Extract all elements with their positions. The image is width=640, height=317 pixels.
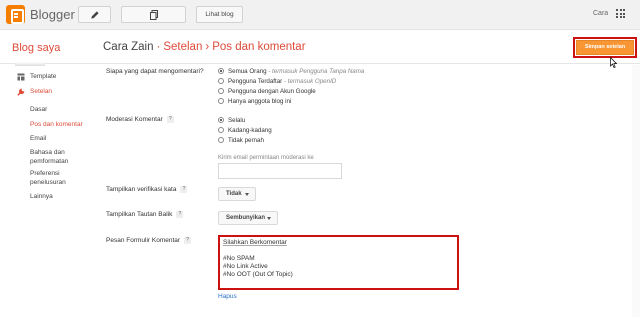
wrench-icon [17, 88, 25, 96]
sidebar-item-label: Template [30, 73, 57, 80]
sidebar-subitem-basic[interactable]: Dasar [30, 105, 47, 114]
radio-button[interactable] [218, 68, 224, 74]
option-label: Selalu [228, 117, 246, 124]
textarea-line: #No Link Active [223, 263, 268, 270]
comment-form-label: Pesan Formulir Komentar? [106, 237, 192, 245]
breadcrumb-arrow: › [205, 41, 210, 53]
breadcrumb-settings[interactable]: Setelan [163, 41, 202, 53]
template-icon [17, 73, 25, 81]
moderation-label: Moderasi Komentar? [106, 116, 174, 123]
caret-down-icon [267, 217, 271, 220]
apps-grid-icon[interactable] [616, 9, 625, 18]
help-icon[interactable]: ? [176, 211, 184, 218]
option-note: - termasuk Pengguna Tanpa Nama [268, 68, 365, 75]
radio-never[interactable]: Tidak pernah [218, 137, 264, 144]
breadcrumb-separator: · [156, 41, 161, 53]
option-note: - termasuk OpenID [283, 78, 337, 85]
sidebar-subitem-label: Bahasa dan [30, 149, 65, 156]
dropdown-value: Sembunyikan [226, 215, 266, 221]
radio-button[interactable] [218, 98, 224, 104]
backlinks-label: Tampilkan Tautan Balik? [106, 211, 184, 219]
sidebar-subitem-search-preferences[interactable]: Preferensi penelusuran [30, 169, 66, 187]
word-verification-label: Tampilkan verifikasi kata? [106, 186, 188, 194]
radio-google-account[interactable]: Pengguna dengan Akun Google [218, 88, 316, 95]
option-label: Pengguna dengan Akun Google [228, 88, 316, 95]
user-name[interactable]: Cara [593, 10, 608, 17]
dropdown-value: Tidak [226, 191, 242, 197]
word-verification-label-text: Tampilkan verifikasi kata [106, 186, 177, 194]
help-icon[interactable]: ? [180, 186, 188, 193]
backlinks-dropdown[interactable]: Sembunyikan [218, 211, 278, 225]
option-label: Kadang-kadang [228, 127, 272, 134]
help-icon[interactable]: ? [184, 237, 192, 244]
sidebar-subitem-label: Preferensi [30, 170, 60, 177]
radio-sometimes[interactable]: Kadang-kadang [218, 127, 272, 134]
pencil-icon [90, 10, 99, 19]
option-label: Hanya anggota blog ini [228, 98, 292, 105]
radio-button[interactable] [218, 127, 224, 133]
sidebar-subitem-email[interactable]: Email [30, 134, 46, 143]
option-label: Tidak pernah [228, 137, 264, 144]
scrollbar[interactable] [632, 65, 640, 317]
delete-link[interactable]: Hapus [218, 293, 237, 300]
sidebar-subitem-posts-comments[interactable]: Pos dan komentar [30, 120, 83, 129]
page-header: Blog saya Cara Zain · Setelan › Pos dan kome… [0, 31, 640, 64]
textarea-line: Silahkan Berkomentar [223, 239, 287, 246]
textarea-line [223, 247, 454, 255]
view-blog-button[interactable]: Lihat blog [196, 6, 243, 23]
top-bar: Blogger Lihat blog Cara [0, 0, 640, 30]
sidebar-subitem-other[interactable]: Lainnya [30, 192, 53, 201]
sidebar-item-label: Setelan [30, 88, 53, 95]
sidebar-subitem-language[interactable]: Bahasa dan pemformatan [30, 148, 68, 166]
new-post-button[interactable] [78, 6, 111, 23]
sidebar-item-settings[interactable]: Setelan [17, 88, 53, 96]
radio-button[interactable] [218, 88, 224, 94]
radio-members-only[interactable]: Hanya anggota blog ini [218, 98, 291, 105]
sidebar: Template Setelan Dasar Pos dan komentar … [0, 62, 95, 317]
radio-button[interactable] [218, 117, 224, 123]
comment-form-textarea[interactable]: Silahkan Berkomentar #No SPAM #No Link A… [218, 235, 459, 290]
word-verification-dropdown[interactable]: Tidak [218, 187, 256, 201]
caret-down-icon [245, 193, 249, 196]
breadcrumb: Cara Zain · Setelan › Pos dan komentar [103, 41, 306, 53]
who-can-comment-label: Siapa yang dapat mengomentari? [106, 68, 204, 75]
sidebar-item-clipped [15, 62, 65, 66]
blogger-logo-icon[interactable] [6, 5, 25, 24]
textarea-line: #No OOT (Out Of Topic) [223, 271, 293, 278]
help-icon[interactable]: ? [166, 116, 174, 123]
sidebar-subitem-label: penelusuran [30, 179, 66, 186]
textarea-line: #No SPAM [223, 255, 255, 262]
my-blogs-link[interactable]: Blog saya [12, 42, 60, 54]
moderation-label-text: Moderasi Komentar [106, 116, 163, 124]
save-button-highlight: Simpan setelan [573, 37, 637, 58]
breadcrumb-blog[interactable]: Cara Zain [103, 41, 154, 53]
comment-form-label-text: Pesan Formulir Komentar [106, 237, 181, 245]
radio-button[interactable] [218, 137, 224, 143]
pages-icon [149, 9, 158, 20]
sidebar-subitem-label: pemformatan [30, 158, 69, 165]
option-label: Pengguna Terdaftar [228, 78, 283, 85]
moderation-email-label: Kirim email permintaan moderasi ke [218, 155, 314, 161]
breadcrumb-current: Pos dan komentar [212, 41, 306, 53]
moderation-email-input[interactable] [218, 163, 342, 179]
option-label: Semua Orang [228, 68, 267, 75]
pages-button[interactable] [121, 6, 186, 23]
save-settings-button[interactable]: Simpan setelan [576, 40, 634, 55]
settings-panel: Siapa yang dapat mengomentari? Semua Ora… [95, 65, 640, 317]
radio-anyone[interactable]: Semua Orang - termasuk Pengguna Tanpa Na… [218, 68, 364, 75]
radio-always[interactable]: Selalu [218, 117, 245, 124]
sidebar-item-template[interactable]: Template [17, 73, 57, 81]
backlinks-label-text: Tampilkan Tautan Balik [106, 211, 173, 219]
brand-name[interactable]: Blogger [30, 7, 75, 22]
radio-button[interactable] [218, 78, 224, 84]
radio-registered[interactable]: Pengguna Terdaftar - termasuk OpenID [218, 78, 336, 85]
